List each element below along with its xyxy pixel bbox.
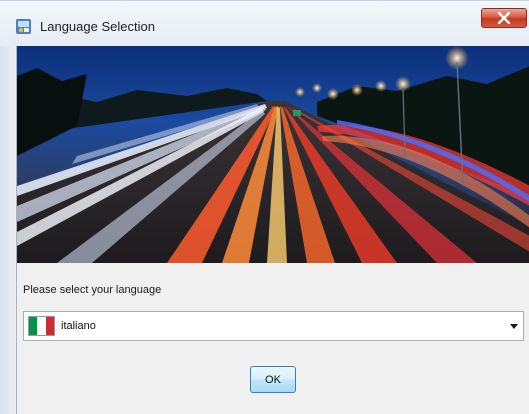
window-frame — [0, 46, 16, 414]
dialog-body: Please select your language italiano OK — [16, 46, 529, 414]
close-icon — [497, 12, 511, 24]
highway-banner-image — [17, 46, 529, 263]
ok-button[interactable]: OK — [250, 366, 296, 393]
close-button[interactable] — [481, 8, 527, 28]
language-select[interactable]: italiano — [23, 311, 524, 341]
window-title: Language Selection — [40, 19, 155, 34]
app-icon — [16, 19, 31, 34]
language-selection-dialog: Language Selection Please select your la… — [0, 0, 529, 414]
title-bar[interactable]: Language Selection — [0, 0, 529, 46]
selected-language: italiano — [61, 320, 96, 332]
language-prompt-label: Please select your language — [23, 284, 162, 296]
italy-flag-icon — [28, 316, 55, 336]
chevron-down-icon[interactable] — [510, 324, 518, 329]
